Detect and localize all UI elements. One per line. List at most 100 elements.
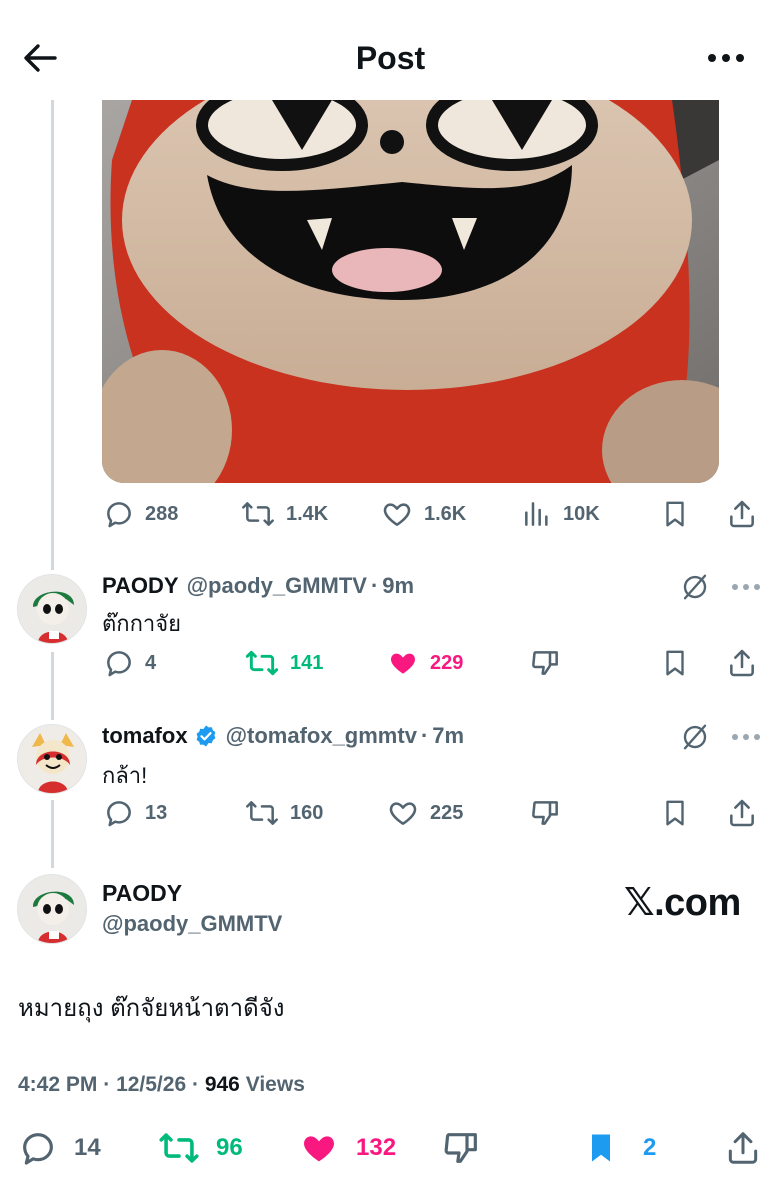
post-text: หมายถุง ต๊กจัยหน้าตาดีจัง xyxy=(18,995,285,1022)
reply-time: 9m xyxy=(382,573,415,598)
bookmark-count: 2 xyxy=(643,1134,657,1161)
more-options-button[interactable] xyxy=(700,38,752,78)
reply-author-handle[interactable]: @tomafox_gmmtv xyxy=(226,723,417,749)
share-icon xyxy=(728,1132,758,1164)
share-button[interactable] xyxy=(726,793,758,833)
like-button[interactable]: 225 xyxy=(386,793,463,833)
watermark: 𝕏.com xyxy=(624,882,741,924)
reply-header: tomafox @tomafox_gmmtv · 7m xyxy=(102,721,464,751)
bookmark-button[interactable] xyxy=(660,643,690,683)
author-handle[interactable]: @paody_GMMTV xyxy=(102,911,282,937)
repost-button[interactable]: 160 xyxy=(244,793,323,833)
reply-count: 4 xyxy=(145,651,157,674)
views-count: 10K xyxy=(563,502,600,525)
share-icon xyxy=(730,500,754,528)
repost-count: 96 xyxy=(216,1134,243,1161)
repost-icon xyxy=(242,502,274,526)
avatar-image xyxy=(18,875,86,943)
like-button[interactable]: 229 xyxy=(386,643,463,683)
avatar-image xyxy=(18,725,86,793)
main-action-bar: 14 96 132 2 xyxy=(0,1128,781,1168)
grok-button[interactable] xyxy=(678,570,712,604)
bookmark-button[interactable] xyxy=(660,793,690,833)
reply-time: 7m xyxy=(432,723,465,748)
reply-more-button[interactable] xyxy=(726,570,766,604)
reply-author-name[interactable]: PAODY xyxy=(102,573,179,599)
more-icon xyxy=(732,734,760,740)
repost-icon xyxy=(159,1133,199,1163)
dislike-button[interactable] xyxy=(442,1128,482,1168)
verified-badge-icon xyxy=(196,725,215,747)
reply-button[interactable]: 4 xyxy=(103,643,156,683)
grok-button[interactable] xyxy=(678,720,712,754)
separator: · xyxy=(420,723,429,748)
avatar[interactable] xyxy=(17,874,87,944)
reply-count: 13 xyxy=(145,801,168,824)
reply-button[interactable]: 13 xyxy=(103,793,167,833)
separator: · xyxy=(370,573,379,598)
repost-count: 141 xyxy=(290,651,324,674)
reply-text: ต๊กกาจัย xyxy=(102,611,182,636)
reply-icon xyxy=(107,502,131,528)
share-button[interactable] xyxy=(724,1128,762,1168)
dislike-icon xyxy=(532,801,558,825)
post-date: 12/5/26 xyxy=(116,1073,187,1096)
top-bar: Post xyxy=(0,0,781,100)
repost-icon xyxy=(246,801,278,825)
dislike-icon xyxy=(444,1133,477,1163)
bookmark-icon xyxy=(666,501,684,527)
views-button[interactable]: 10K xyxy=(521,494,600,534)
share-icon xyxy=(730,799,754,827)
separator: · xyxy=(191,1073,199,1096)
reply-button[interactable]: 288 xyxy=(103,494,178,534)
separator: · xyxy=(103,1073,111,1096)
views-icon xyxy=(525,502,548,526)
views-count[interactable]: 946 xyxy=(205,1073,240,1096)
reply-more-button[interactable] xyxy=(726,720,766,754)
post-time: 4:42 PM xyxy=(18,1073,98,1096)
share-button[interactable] xyxy=(726,643,758,683)
dislike-button[interactable] xyxy=(530,643,562,683)
like-count: 225 xyxy=(430,801,464,824)
bookmark-icon xyxy=(666,650,684,676)
avatar[interactable] xyxy=(17,724,87,794)
share-button[interactable] xyxy=(726,494,758,534)
bookmark-icon xyxy=(666,800,684,826)
repost-button[interactable]: 1.4K xyxy=(240,494,328,534)
like-icon xyxy=(304,1136,334,1162)
reply-text: กล้า! xyxy=(102,763,148,788)
like-count: 132 xyxy=(356,1134,397,1161)
repost-icon xyxy=(245,650,279,676)
like-button[interactable]: 1.6K xyxy=(380,494,466,534)
reply-button[interactable]: 14 xyxy=(18,1128,101,1168)
like-count: 229 xyxy=(430,651,464,674)
bookmark-button[interactable]: 2 xyxy=(583,1128,656,1168)
repost-button[interactable]: 96 xyxy=(158,1128,243,1168)
repost-count: 1.4K xyxy=(286,502,329,525)
avatar[interactable] xyxy=(17,574,87,644)
bookmark-icon xyxy=(592,1134,610,1162)
grok-icon xyxy=(683,574,707,600)
reply-author-handle[interactable]: @paody_GMMTV xyxy=(187,573,367,599)
author-name[interactable]: PAODY xyxy=(102,880,182,907)
mascot-photo xyxy=(102,100,719,483)
reply-author-name[interactable]: tomafox xyxy=(102,723,188,749)
dislike-button[interactable] xyxy=(530,793,562,833)
avatar-image xyxy=(18,575,86,643)
more-icon xyxy=(708,54,744,62)
repost-button[interactable]: 141 xyxy=(244,643,323,683)
like-count: 1.6K xyxy=(424,502,467,525)
reply-action-bar: 13 160 225 xyxy=(0,793,781,833)
dislike-icon xyxy=(532,651,558,675)
post-action-bar: 288 1.4K 1.6K 10K xyxy=(0,494,781,534)
bookmark-button[interactable] xyxy=(660,494,690,534)
like-icon xyxy=(389,802,417,825)
post-image[interactable] xyxy=(102,100,719,483)
like-icon xyxy=(383,503,411,526)
reply-count: 288 xyxy=(145,502,179,525)
reply-icon xyxy=(107,801,131,827)
share-icon xyxy=(730,649,754,677)
more-icon xyxy=(732,584,760,590)
post-meta: 4:42 PM · 12/5/26 · 946 Views xyxy=(18,1073,305,1097)
like-button[interactable]: 132 xyxy=(298,1128,396,1168)
